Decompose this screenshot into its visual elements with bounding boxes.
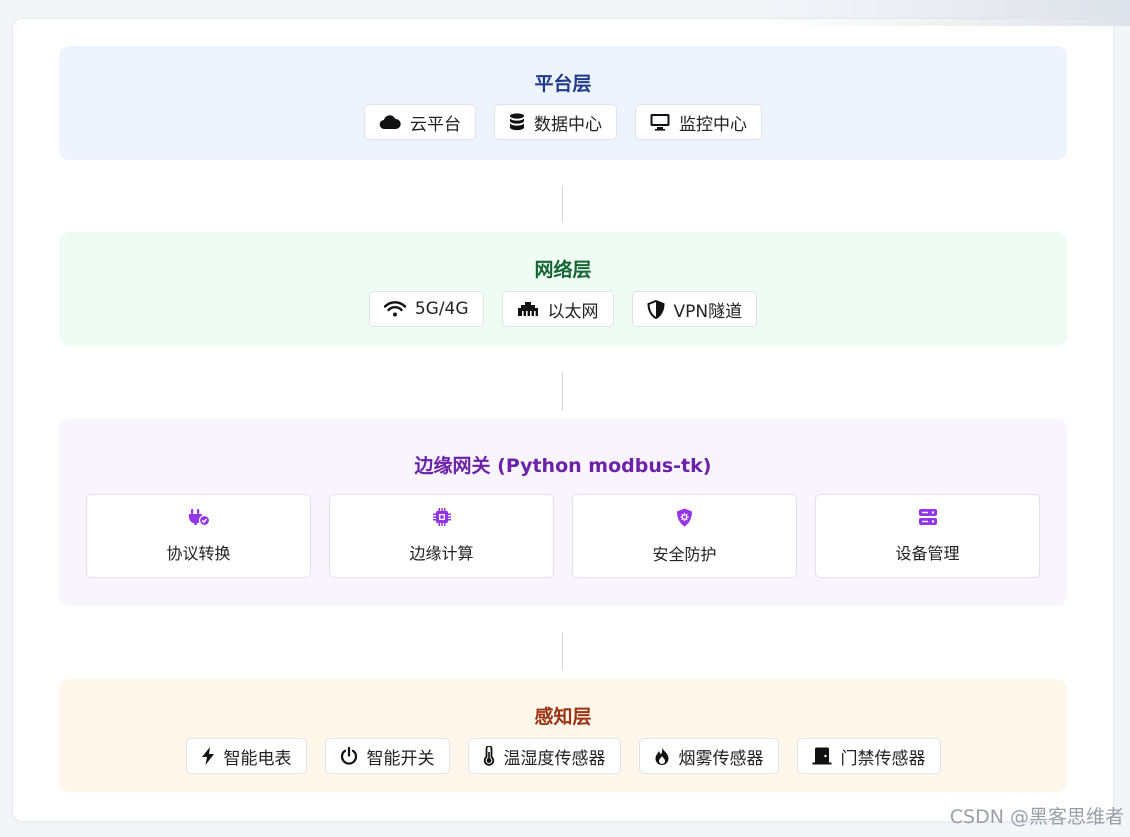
power-icon: [340, 747, 358, 765]
chip-label: 监控中心: [679, 114, 747, 135]
box-edge-computing: 边缘计算: [329, 494, 554, 578]
door-icon: [812, 747, 832, 765]
chip-label: 5G/4G: [414, 299, 469, 319]
chip-smoke-sensor: 烟雾传感器: [638, 738, 779, 774]
chip-cloud-platform: 云平台: [364, 104, 476, 140]
chip-access-sensor: 门禁传感器: [796, 738, 941, 774]
chip-label: 门禁传感器: [840, 748, 926, 769]
box-label: 边缘计算: [409, 544, 474, 563]
box-device-management: 设备管理: [815, 494, 1040, 578]
shield-virus-icon: [676, 508, 693, 531]
chip-ethernet: 以太网: [501, 291, 614, 327]
layer-title: 边缘网关 (Python modbus-tk): [414, 455, 712, 477]
chip-label: 智能开关: [366, 748, 435, 769]
box-label: 协议转换: [166, 544, 231, 563]
chip-label: 温湿度传感器: [503, 748, 606, 769]
database-icon: [509, 113, 525, 131]
chip-label: 烟雾传感器: [678, 748, 764, 769]
shield-icon: [647, 299, 665, 319]
chip-label: 云平台: [410, 114, 461, 135]
network-layer: 网络层 5G/4G 以太网 VPN隧道: [59, 232, 1067, 346]
fire-icon: [654, 747, 670, 766]
box-label: 安全防护: [652, 544, 717, 564]
layer-title: 平台层: [534, 73, 592, 95]
chip-label: 智能电表: [223, 748, 292, 769]
cloud-icon: [379, 114, 401, 130]
plug-icon: [188, 508, 210, 530]
chip-smart-meter: 智能电表: [185, 738, 307, 774]
chip-5g-4g: 5G/4G: [368, 291, 484, 327]
box-security-protection: 安全防护: [572, 494, 797, 578]
chip-label: 以太网: [547, 301, 599, 322]
box-protocol-conversion: 协议转换: [86, 494, 311, 578]
chip-icon: [432, 508, 451, 530]
edge-gateway-layer: 边缘网关 (Python modbus-tk) 协议转换 边缘计算 安全防护 设…: [59, 419, 1067, 606]
connector-line: [562, 186, 563, 222]
box-label: 设备管理: [895, 544, 960, 563]
chip-smart-switch: 智能开关: [324, 738, 450, 774]
ethernet-icon: [517, 301, 539, 317]
chip-data-center: 数据中心: [494, 104, 617, 140]
chip-vpn-tunnel: VPN隧道: [631, 291, 758, 327]
connector-line: [562, 633, 563, 670]
connector-line: [562, 373, 563, 410]
chip-monitor-center: 监控中心: [635, 104, 762, 140]
server-icon: [918, 508, 938, 530]
wifi-icon: [383, 301, 406, 317]
bolt-icon: [201, 747, 215, 765]
layer-title: 网络层: [534, 259, 592, 281]
chip-label: VPN隧道: [673, 301, 743, 322]
chip-temp-humidity-sensor: 温湿度传感器: [467, 738, 621, 774]
platform-layer: 平台层 云平台 数据中心 监控中心: [59, 46, 1067, 160]
chip-label: 数据中心: [534, 114, 602, 135]
watermark: CSDN @黑客思维者: [949, 806, 1124, 828]
thermometer-icon: [483, 746, 495, 766]
perception-layer: 感知层 智能电表 智能开关 温湿度传感器 烟雾传感器 门禁传感器: [59, 679, 1067, 792]
monitor-icon: [650, 113, 670, 131]
layer-title: 感知层: [534, 706, 592, 728]
